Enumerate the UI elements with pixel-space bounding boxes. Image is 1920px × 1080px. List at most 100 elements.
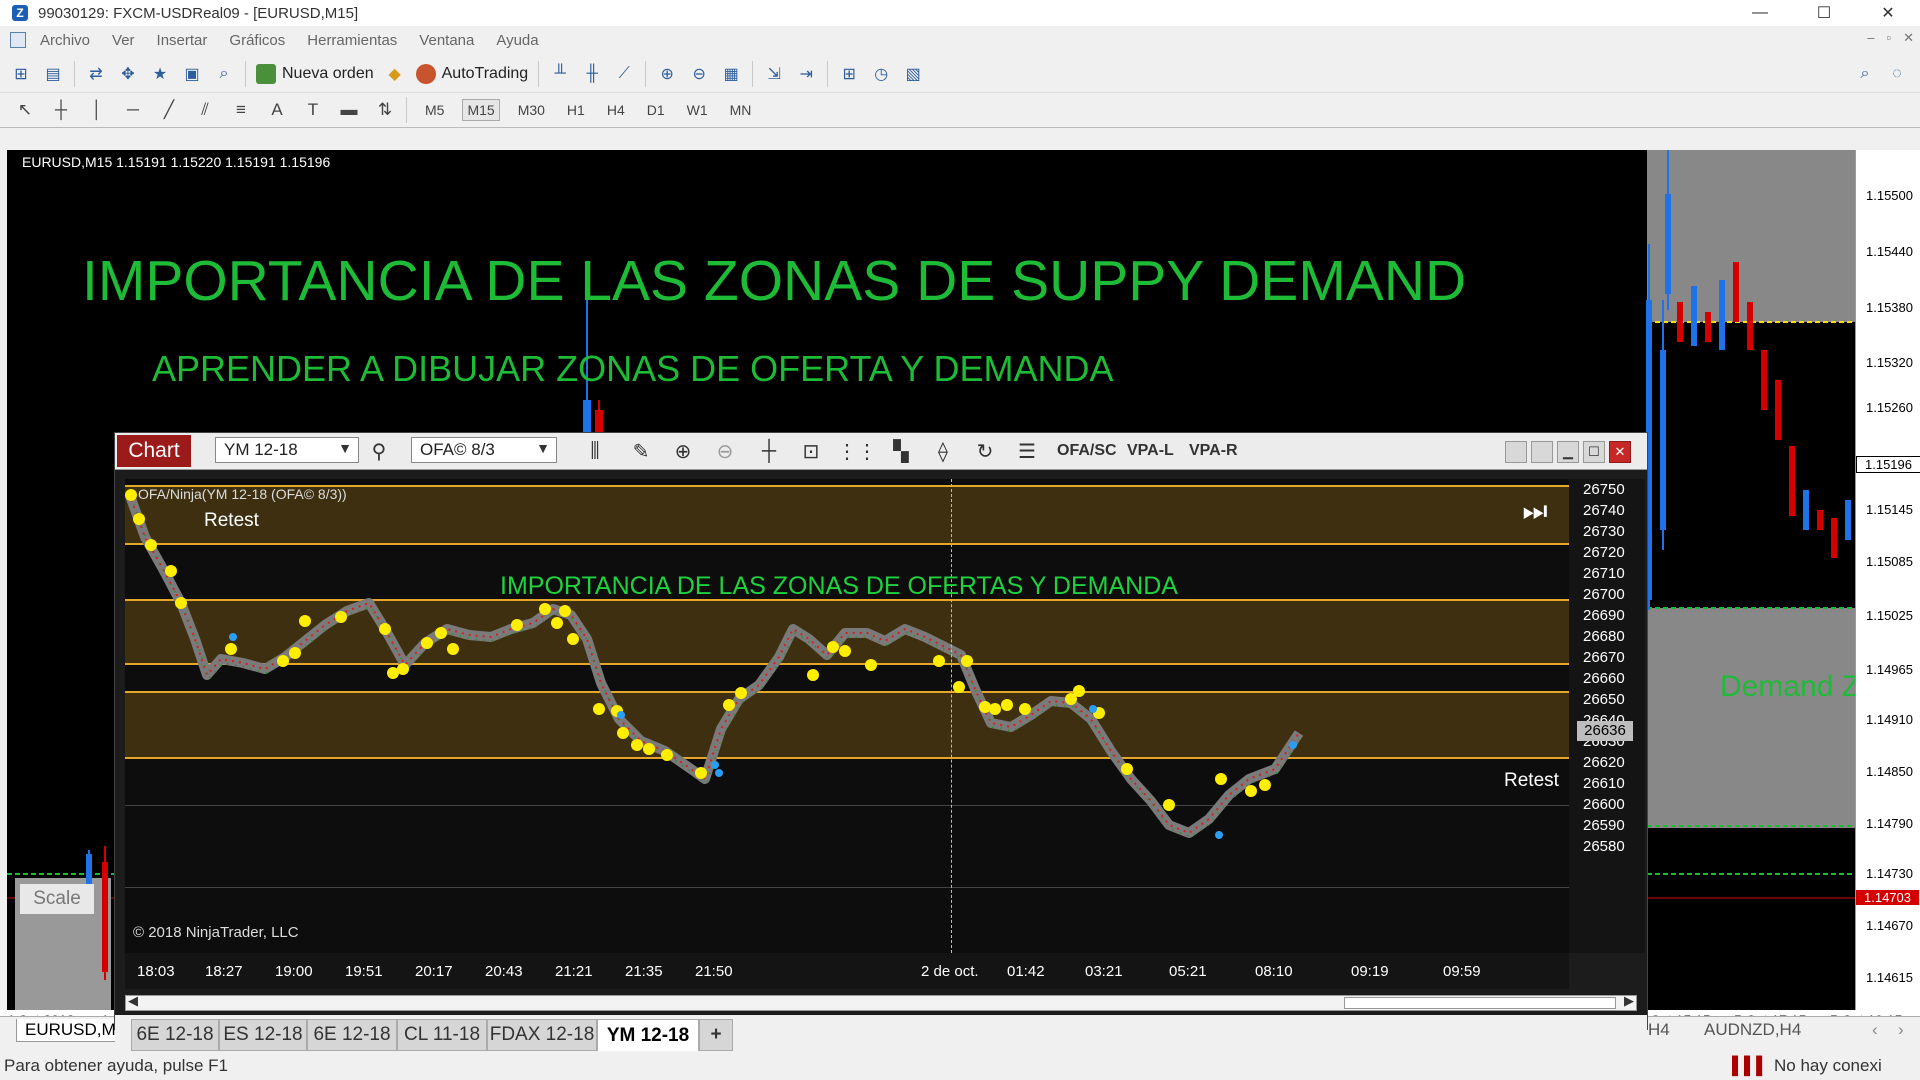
menu-insertar[interactable]: Insertar [157, 32, 208, 49]
zoom-out-icon[interactable]: ⊖ [688, 63, 710, 85]
scroll-right-icon[interactable]: ▶ [1624, 993, 1634, 1009]
navigator-icon[interactable]: ★ [149, 63, 171, 85]
bar-chart-icon[interactable]: ╨ [549, 63, 571, 85]
crosshair-icon[interactable]: ┼ [757, 439, 781, 463]
new-order-button[interactable]: Nueva orden [256, 64, 374, 84]
price-label: 1.14615 [1866, 970, 1913, 985]
timeframe-m15[interactable]: M15 [462, 99, 500, 121]
tab-scroll-left-icon[interactable]: ‹ [1864, 1019, 1886, 1041]
timeframe-w1[interactable]: W1 [683, 100, 712, 120]
add-tab-button[interactable]: + [699, 1019, 733, 1051]
menu-archivo[interactable]: Archivo [40, 32, 90, 49]
vpa-r-button[interactable]: VPA-R [1189, 442, 1238, 460]
search-icon[interactable]: ⚲ [367, 439, 391, 463]
indicators-list-icon[interactable]: ☰ [1015, 439, 1039, 463]
cursor-icon[interactable]: ↖ [14, 99, 36, 121]
new-chart-icon[interactable]: ⊞ [10, 63, 32, 85]
nt-chart-tab[interactable]: Chart [117, 435, 191, 467]
scrollbar-thumb[interactable] [1344, 997, 1616, 1009]
chat-icon[interactable]: ◌ [1886, 63, 1908, 85]
auto-scroll-icon[interactable]: ⇲ [763, 63, 785, 85]
tab-fdax-12-18[interactable]: FDAX 12-18 [487, 1019, 597, 1051]
menu-herramientas[interactable]: Herramientas [307, 32, 397, 49]
data-box-icon[interactable]: ⊡ [799, 439, 823, 463]
line-chart-icon[interactable]: ⟋ [613, 63, 635, 85]
menu-graficos[interactable]: Gráficos [229, 32, 285, 49]
tab-ym-12-18[interactable]: YM 12-18 [597, 1019, 699, 1051]
tile-windows-icon[interactable]: ▦ [720, 63, 742, 85]
tab-es-12-18[interactable]: ES 12-18 [219, 1019, 307, 1051]
timeframe-h1[interactable]: H1 [563, 100, 589, 120]
timeframe-m30[interactable]: M30 [514, 100, 549, 120]
mdi-close-button[interactable]: ✕ [1903, 30, 1914, 46]
tab-scroll-right-icon[interactable]: › [1890, 1019, 1912, 1041]
refresh-icon[interactable]: ↻ [973, 439, 997, 463]
bar-type-icon[interactable]: ⫼ [583, 439, 607, 463]
trendline-icon[interactable]: ╱ [158, 99, 180, 121]
market-watch-icon[interactable]: ⇄ [85, 63, 107, 85]
menu-ver[interactable]: Ver [112, 32, 135, 49]
timeframe-m5[interactable]: M5 [421, 100, 448, 120]
text-label-icon[interactable]: T [302, 99, 324, 121]
terminal-icon[interactable]: ▣ [181, 63, 203, 85]
tab-6e-12-18-second[interactable]: 6E 12-18 [307, 1019, 397, 1051]
instrument-select[interactable]: YM 12-18 ▼ [215, 437, 359, 463]
x-tick: 05:21 [1169, 963, 1207, 980]
timeframe-mn[interactable]: MN [726, 100, 756, 120]
nt-close-button[interactable]: ✕ [1609, 441, 1631, 463]
template-select[interactable]: OFA© 8/3 ▼ [411, 437, 557, 463]
tab-6e-12-18[interactable]: 6E 12-18 [131, 1019, 219, 1051]
candlestick-icon[interactable]: ╫ [581, 63, 603, 85]
timeframe-d1[interactable]: D1 [643, 100, 669, 120]
search-icon[interactable]: ⌕ [1854, 63, 1876, 85]
autotrading-button[interactable]: AutoTrading [415, 64, 528, 84]
data-window-icon[interactable]: ✥ [117, 63, 139, 85]
zoom-in-icon[interactable]: ⊕ [656, 63, 678, 85]
vertical-line-icon[interactable]: │ [86, 99, 108, 121]
pencil-icon[interactable]: ✎ [629, 439, 653, 463]
layout-2-icon[interactable] [1531, 441, 1553, 463]
go-to-end-icon[interactable]: ⏭ [1522, 494, 1548, 528]
x-tick: 18:03 [137, 963, 175, 980]
y-tick: 26620 [1583, 754, 1625, 771]
nt-minimize-button[interactable]: ▁ [1557, 441, 1579, 463]
layout-1-icon[interactable] [1505, 441, 1527, 463]
scale-button[interactable]: Scale [20, 884, 94, 914]
menu-ventana[interactable]: Ventana [419, 32, 474, 49]
templates-icon[interactable]: ▧ [902, 63, 924, 85]
nt-horizontal-scrollbar[interactable]: ◀ ▶ [125, 993, 1637, 1011]
profiles-icon[interactable]: ▤ [42, 63, 64, 85]
close-button[interactable]: ✕ [1856, 0, 1920, 26]
scroll-left-icon[interactable]: ◀ [128, 993, 138, 1009]
zoom-out-icon[interactable]: ⊖ [713, 439, 737, 463]
arrows-icon[interactable]: ⇅ [374, 99, 396, 121]
horizontal-line-icon[interactable]: ─ [122, 99, 144, 121]
strategy-tester-icon[interactable]: ⌕ [213, 63, 235, 85]
chart-shift-icon[interactable]: ⇥ [795, 63, 817, 85]
tab-audnzd[interactable]: AUDNZD,H4 [1696, 1019, 1809, 1041]
text-icon[interactable]: A [266, 99, 288, 121]
channel-icon[interactable]: ⫽ [194, 99, 216, 121]
fibonacci-icon[interactable]: ≡ [230, 99, 252, 121]
rectangle-icon[interactable]: ▬ [338, 99, 360, 121]
periods-icon[interactable]: ◷ [870, 63, 892, 85]
indicators-icon[interactable]: ⊞ [838, 63, 860, 85]
maximize-button[interactable]: ☐ [1792, 0, 1856, 26]
mdi-restore-button[interactable]: ▫ [1886, 30, 1891, 46]
menu-ayuda[interactable]: Ayuda [496, 32, 538, 49]
nt-price-chart[interactable] [125, 479, 1569, 953]
vpa-l-button[interactable]: VPA-L [1127, 442, 1174, 460]
menu-bar: Archivo Ver Insertar Gráficos Herramient… [0, 28, 1920, 52]
timeframe-h4[interactable]: H4 [603, 100, 629, 120]
nt-maximize-button[interactable]: ☐ [1583, 441, 1605, 463]
tab-cl-11-18[interactable]: CL 11-18 [397, 1019, 487, 1051]
meta-editor-icon[interactable]: ◆ [384, 63, 406, 85]
strategy-icon[interactable]: ⟠ [931, 439, 955, 463]
ofa-sc-button[interactable]: OFA/SC [1057, 442, 1117, 460]
crosshair-icon[interactable]: ┼ [50, 99, 72, 121]
mdi-minimize-button[interactable]: – [1867, 30, 1874, 46]
layers-icon[interactable]: ▚ [889, 439, 913, 463]
zoom-in-icon[interactable]: ⊕ [671, 439, 695, 463]
columns-icon[interactable]: ⋮⋮ [837, 439, 877, 463]
minimize-button[interactable]: — [1728, 0, 1792, 26]
